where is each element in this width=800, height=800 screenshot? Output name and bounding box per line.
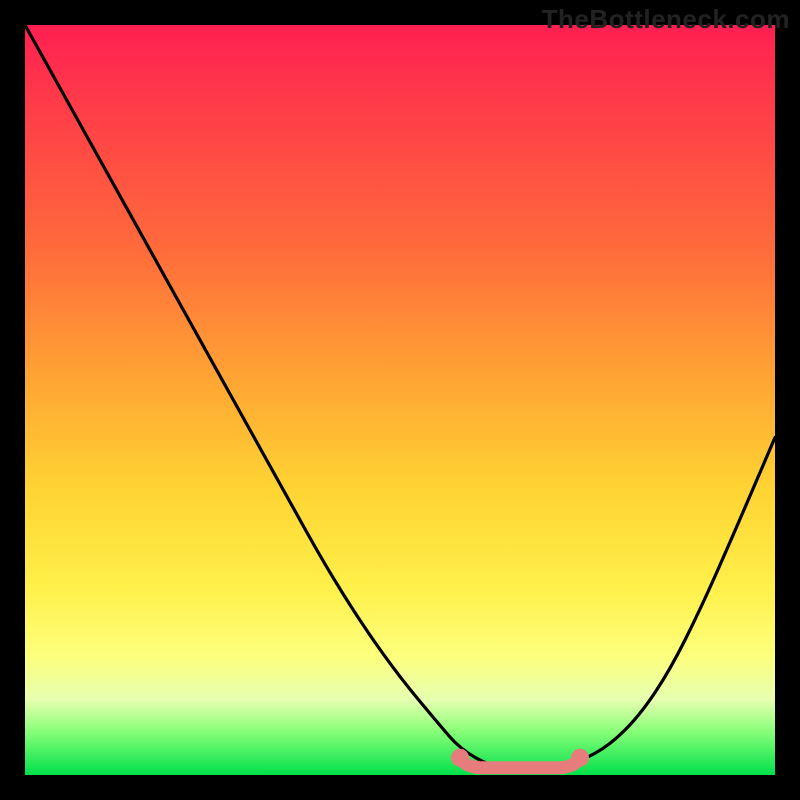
optimal-region-start-dot [451, 749, 469, 767]
bottleneck-curve [25, 25, 775, 771]
chart-stage: TheBottleneck.com [0, 0, 800, 800]
watermark-text: TheBottleneck.com [542, 4, 790, 35]
plot-area [25, 25, 775, 775]
optimal-region-end-dot [571, 749, 589, 767]
curve-layer [25, 25, 775, 775]
